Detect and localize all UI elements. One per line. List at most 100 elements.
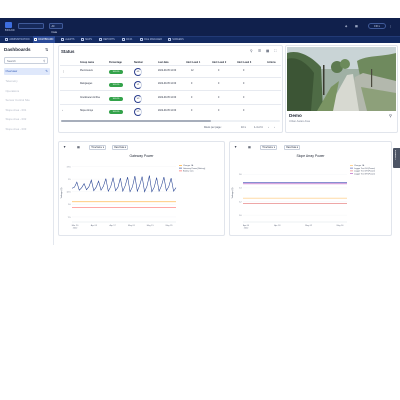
calendar-icon[interactable]: ▦ bbox=[248, 145, 251, 149]
demo-subtitle: Urban Aware Area bbox=[289, 120, 311, 123]
column-header-percentage[interactable]: Percentage bbox=[109, 61, 122, 64]
timeframe-select[interactable]: Timeframe ▾ bbox=[89, 145, 107, 150]
search-icon: ⚲ bbox=[43, 59, 46, 63]
column-header-alert-3[interactable]: Alert Level 3 bbox=[237, 61, 251, 64]
location-pin-icon[interactable]: ⚲ bbox=[389, 113, 392, 118]
column-header-number[interactable]: Number bbox=[134, 61, 143, 64]
number-ring: 3/3 bbox=[134, 94, 142, 103]
filter-icon[interactable]: ▼ bbox=[63, 145, 66, 149]
cell-last-data: 2022-09-05 12:00 bbox=[158, 83, 177, 85]
workspace-selector[interactable] bbox=[18, 23, 44, 29]
y-tick-label: 7.5 bbox=[68, 217, 72, 219]
previous-page-icon[interactable]: ‹ bbox=[268, 126, 269, 129]
data-range-select[interactable]: Raw Data ▾ bbox=[284, 145, 301, 150]
y-tick-label: 12.5 bbox=[66, 192, 71, 194]
range-label: Raw Data bbox=[114, 147, 125, 149]
edit-icon[interactable]: ✎ bbox=[45, 68, 48, 75]
legend-label: Logger Test 1H (Power) bbox=[354, 167, 375, 170]
sidebar-item-operations[interactable]: Operations bbox=[4, 88, 50, 95]
bell-icon[interactable]: ◈ bbox=[345, 23, 347, 29]
nav-item-maps[interactable]: MAPS bbox=[80, 36, 93, 43]
scrollbar-thumb[interactable] bbox=[61, 120, 211, 122]
data-range-select[interactable]: Raw Data ▾ bbox=[112, 145, 129, 150]
x-tick-year: 2022 bbox=[73, 228, 78, 230]
nav-label: MAPS bbox=[85, 38, 92, 41]
search-icon[interactable]: ⚲ bbox=[250, 49, 252, 53]
legend-label: Logger Test 3H (Power) bbox=[354, 172, 375, 175]
series-line-1 bbox=[71, 175, 177, 193]
percentage-badge: 100.0% bbox=[109, 96, 123, 101]
column-header-alert-1[interactable]: Alert Level 1 bbox=[186, 61, 200, 64]
cell-group-name[interactable]: Crackmeter Archive bbox=[80, 97, 100, 99]
y-tick-label: 16 bbox=[239, 174, 242, 176]
nav-item-alerts[interactable]: ALERTS bbox=[60, 36, 76, 43]
data-scope-selector[interactable]: All Data bbox=[49, 23, 63, 34]
nav-item-data[interactable]: DATA bbox=[121, 36, 133, 43]
nav-item-dashboard[interactable]: DASHBOARD bbox=[33, 36, 55, 43]
timeframe-select[interactable]: Timeframe ▾ bbox=[260, 145, 278, 150]
legend-label: Charger 1A bbox=[183, 164, 194, 167]
nav-label: DASHBOARD bbox=[38, 38, 54, 41]
nav-item-file-manager[interactable]: FILE MANAGER bbox=[139, 36, 163, 43]
sidebar-item-sensor-control[interactable]: Sensor Control Site bbox=[4, 97, 50, 104]
brand-name: BRAND bbox=[5, 29, 15, 32]
x-tick-label: Apr 03 bbox=[91, 224, 98, 227]
y-axis-label: Voltage (V) bbox=[231, 187, 234, 198]
status-title: Status bbox=[61, 49, 75, 54]
sidebar-item-slope-002[interactable]: Slope Area - 002 bbox=[4, 116, 50, 123]
cell-group-name[interactable]: Raingauges bbox=[80, 83, 92, 85]
column-header-group-name[interactable]: Group name bbox=[80, 61, 94, 64]
columns-icon[interactable]: ▦ bbox=[266, 49, 269, 53]
slope-array-power-chart: Voltage (V) 10 12 14 16 Apr 042022 Apr 18 May 0… bbox=[231, 164, 375, 230]
cell-group-name[interactable]: Piezometers bbox=[80, 70, 93, 72]
sidebar-title: Dashboards bbox=[4, 47, 31, 52]
user-menu[interactable]: FR ▾ bbox=[368, 23, 386, 29]
cell-alert-1: 0 bbox=[191, 83, 193, 85]
sidebar-item-slope-003[interactable]: Slope Area - 003 bbox=[4, 126, 50, 133]
sidebar-item-slope-001[interactable]: Slope Area - 001 bbox=[4, 107, 50, 114]
number-ring: 2/2 bbox=[134, 107, 142, 116]
nav-item-administration[interactable]: ADMINISTRATION bbox=[4, 36, 31, 43]
alert-icon bbox=[61, 37, 65, 41]
cell-alert-3: 0 bbox=[243, 70, 245, 72]
nav-item-reports[interactable]: REPORTS bbox=[98, 36, 116, 43]
grid-menu-icon[interactable]: ▦ bbox=[355, 23, 358, 29]
cell-alert-1: 0 bbox=[191, 110, 193, 112]
expand-row-icon[interactable]: › bbox=[62, 110, 63, 112]
logo-mark-icon bbox=[5, 22, 12, 28]
percentage-badge: 100.0% bbox=[109, 69, 123, 74]
cell-alert-2: 0 bbox=[218, 110, 220, 112]
fullscreen-icon[interactable]: ⛶ bbox=[274, 49, 276, 53]
data-scope-value: All Data bbox=[51, 25, 57, 34]
x-tick-year: 2022 bbox=[244, 228, 249, 230]
rows-per-page-select[interactable]: 10 ▾ bbox=[241, 126, 246, 129]
next-page-icon[interactable]: › bbox=[274, 126, 275, 129]
sidebar-item-telemetry[interactable]: Telemetry bbox=[4, 78, 50, 85]
sidebar-item-overview[interactable]: Overview ✎ bbox=[4, 68, 50, 75]
sidebar-item-label: Overview bbox=[5, 69, 18, 73]
y-tick-label: 10 bbox=[68, 204, 71, 206]
rows-per-page-label: Rows per page: bbox=[204, 126, 222, 129]
column-header-actions: Actions bbox=[267, 61, 276, 64]
sidebar-search-input[interactable]: Search ⚲ bbox=[4, 57, 48, 64]
x-tick-label: May 01 bbox=[128, 225, 136, 227]
row-menu-icon[interactable]: ⋮ bbox=[62, 70, 64, 73]
feedback-tab[interactable]: Feedback bbox=[393, 148, 400, 168]
nav-item-screens[interactable]: SCREENS bbox=[167, 36, 185, 43]
legend-label: Logger Test 2H (Power) bbox=[354, 170, 375, 173]
calendar-icon[interactable]: ▦ bbox=[77, 145, 80, 149]
column-header-last-data[interactable]: Last data bbox=[158, 61, 169, 64]
filter-icon[interactable]: ▼ bbox=[234, 145, 237, 149]
y-tick-label: 10 bbox=[239, 215, 242, 217]
dashboard-icon bbox=[34, 37, 38, 41]
y-tick-label: 14 bbox=[239, 188, 242, 190]
percentage-badge: 100.0% bbox=[109, 82, 123, 87]
cell-alert-3: 0 bbox=[243, 83, 245, 85]
filter-icon[interactable]: ☰ bbox=[258, 49, 261, 53]
gateway-power-chart: Voltage (V) 7.5 10 12.5 15 17.5 Mar 202022 Apr … bbox=[60, 164, 206, 230]
cell-group-name[interactable]: Slope Arrays bbox=[80, 110, 93, 112]
column-header-alert-2[interactable]: Alert Level 2 bbox=[212, 61, 226, 64]
sort-icon[interactable]: ⇅ bbox=[45, 47, 48, 52]
user-label: FR bbox=[374, 25, 378, 28]
more-menu-icon[interactable]: ⋮ bbox=[389, 23, 392, 29]
